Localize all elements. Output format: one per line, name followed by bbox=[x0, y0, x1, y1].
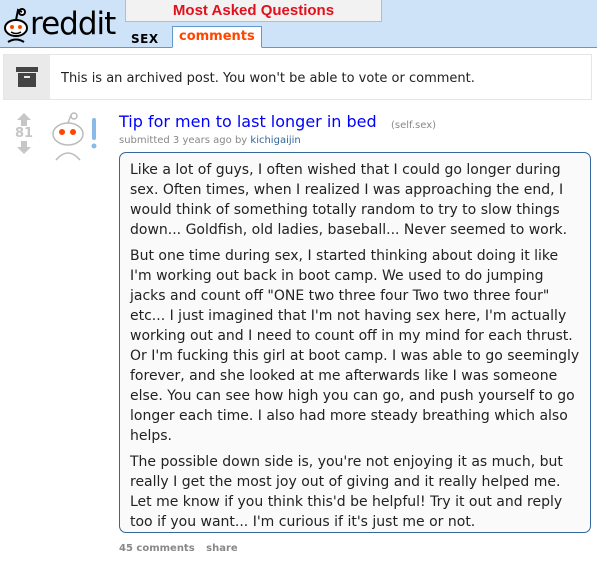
post-selftext: Like a lot of guys, I often wished that … bbox=[119, 152, 591, 533]
tagline-prefix: submitted 3 years ago by bbox=[119, 135, 248, 146]
arrow-up-icon[interactable] bbox=[17, 113, 31, 126]
header-banner[interactable]: Most Asked Questions bbox=[125, 0, 382, 22]
selftext-paragraph: The possible down side is, you're not en… bbox=[130, 454, 563, 530]
post-title-link[interactable]: Tip for men to last longer in bed bbox=[119, 112, 377, 131]
selftext-paragraph: Like a lot of guys, I often wished that … bbox=[130, 162, 568, 238]
archived-notice: This is an archived post. You won't be a… bbox=[3, 54, 592, 100]
reddit-wordmark[interactable]: reddit bbox=[30, 6, 116, 42]
post-score: 81 bbox=[14, 126, 34, 141]
archived-notice-text: This is an archived post. You won't be a… bbox=[61, 71, 475, 86]
comments-link[interactable]: 45 comments bbox=[119, 543, 195, 554]
self-post-alien-icon[interactable] bbox=[46, 110, 98, 164]
post-buttons: 45 comments share bbox=[119, 543, 246, 554]
site-header: reddit Most Asked Questions SEX comments bbox=[0, 0, 597, 48]
archive-icon-box bbox=[4, 55, 50, 99]
post-domain[interactable]: (self.sex) bbox=[391, 120, 436, 131]
post-tagline: submitted 3 years ago by kichigaijin bbox=[119, 135, 301, 146]
arrow-down-icon[interactable] bbox=[17, 141, 31, 154]
subreddit-name[interactable]: SEX bbox=[131, 32, 159, 46]
selftext-paragraph: But one time during sex, I started think… bbox=[130, 248, 580, 444]
tab-comments[interactable]: comments bbox=[172, 26, 262, 48]
vote-column: 81 bbox=[10, 113, 38, 154]
author-link[interactable]: kichigaijin bbox=[250, 135, 300, 146]
archive-box-icon bbox=[16, 67, 38, 87]
share-link[interactable]: share bbox=[206, 543, 238, 554]
